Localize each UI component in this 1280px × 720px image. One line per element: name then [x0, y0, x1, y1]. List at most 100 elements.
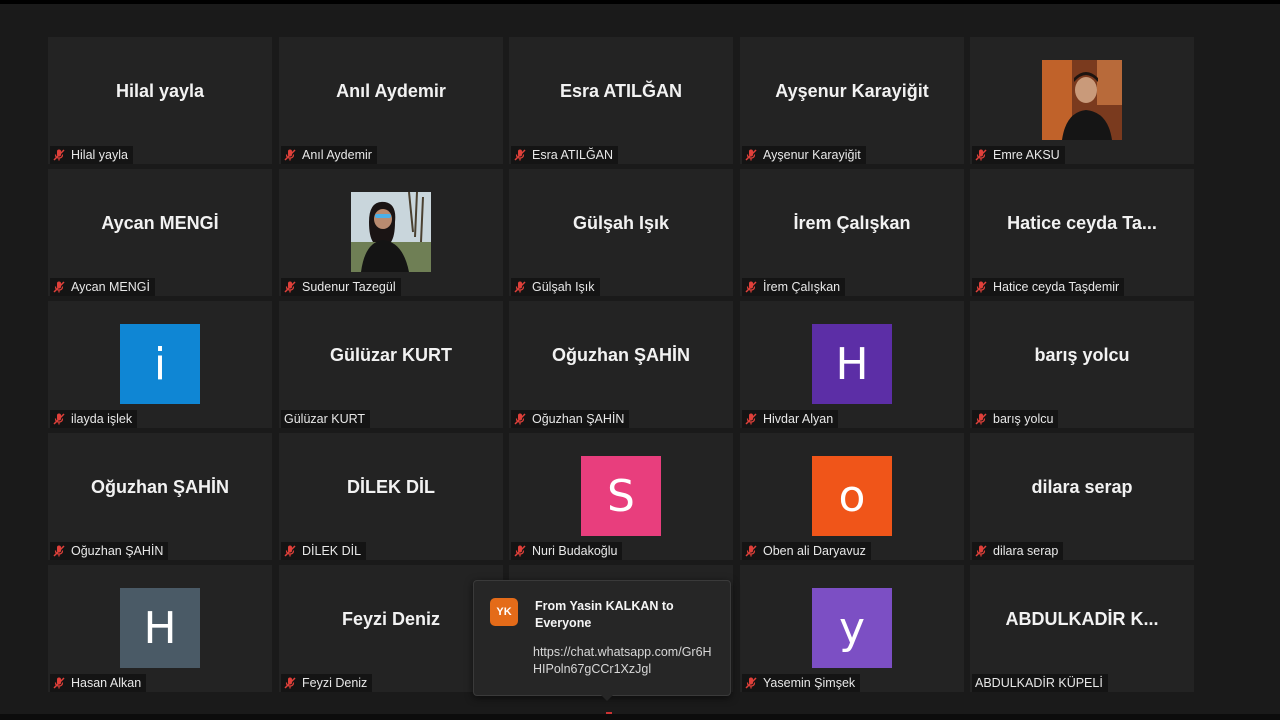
mic-muted-icon	[745, 281, 757, 293]
participant-display-name: Ayşenur Karayiğit	[775, 81, 929, 101]
participant-tile[interactable]: Esra ATILĞAN Esra ATILĞAN	[509, 37, 733, 164]
participant-tile[interactable]: Feyzi Deniz Feyzi Deniz	[279, 565, 503, 692]
participant-tile[interactable]: DİLEK DİL DİLEK DİL	[279, 433, 503, 560]
participant-initial-avatar: y	[812, 588, 892, 668]
participant-tile[interactable]: Aycan MENGİ Aycan MENGİ	[48, 169, 272, 296]
participant-name-label: Oğuzhan ŞAHİN	[50, 542, 169, 560]
participant-tile[interactable]: Ayşenur Karayiğit Ayşenur Karayiğit	[740, 37, 964, 164]
participant-name-label: dilara serap	[972, 542, 1064, 560]
participant-tile[interactable]: Hatice ceyda Ta... Hatice ceyda Taşdemir	[970, 169, 1194, 296]
participant-initial-avatar: S	[581, 456, 661, 536]
participant-initial-avatar: o	[812, 456, 892, 536]
participant-tile[interactable]: Gülşah Işık Gülşah Işık	[509, 169, 733, 296]
mic-muted-icon	[284, 545, 296, 557]
mic-muted-icon	[284, 281, 296, 293]
participant-tile[interactable]: Gülüzar KURT Gülüzar KURT	[279, 301, 503, 428]
participant-tile[interactable]: Oğuzhan ŞAHİN Oğuzhan ŞAHİN	[509, 301, 733, 428]
mic-muted-icon	[53, 413, 65, 425]
participant-name-label: Hivdar Alyan	[742, 410, 839, 428]
participant-display-name: Gülüzar KURT	[329, 345, 452, 365]
participant-tile[interactable]: Sudenur Tazegül	[279, 169, 503, 296]
participant-tile[interactable]: Anıl Aydemir Anıl Aydemir	[279, 37, 503, 164]
participant-name-label: Yasemin Şimşek	[742, 674, 861, 692]
participant-display-name: barış yolcu	[1034, 345, 1130, 365]
window-bottom-edge	[0, 714, 1280, 720]
participant-name-label: Sudenur Tazegül	[281, 278, 401, 296]
participant-name-label: Emre AKSU	[972, 146, 1065, 164]
participant-display-name: Gülşah Işık	[572, 213, 670, 233]
participant-label-text: Sudenur Tazegül	[302, 280, 396, 294]
participant-name-label: Oben ali Daryavuz	[742, 542, 871, 560]
participant-display-name: İrem Çalışkan	[793, 213, 911, 233]
participant-display-name: dilara serap	[1031, 477, 1133, 497]
participant-tile[interactable]: o Oben ali Daryavuz	[740, 433, 964, 560]
mic-muted-icon	[975, 545, 987, 557]
participant-label-text: Esra ATILĞAN	[532, 148, 614, 162]
participant-name-label: İrem Çalışkan	[742, 278, 846, 296]
participant-tile[interactable]: İrem Çalışkan İrem Çalışkan	[740, 169, 964, 296]
participant-name-label: Aycan MENGİ	[50, 278, 155, 296]
participant-name-label: Ayşenur Karayiğit	[742, 146, 866, 164]
mic-muted-icon	[514, 413, 526, 425]
participant-tile[interactable]: Hilal yayla Hilal yayla	[48, 37, 272, 164]
mic-muted-icon	[53, 149, 65, 161]
mic-muted-icon	[745, 677, 757, 689]
participant-label-text: Ayşenur Karayiğit	[763, 148, 861, 162]
participant-photo	[351, 192, 431, 272]
participant-tile[interactable]: H Hivdar Alyan	[740, 301, 964, 428]
participant-initial-avatar: H	[812, 324, 892, 404]
participant-label-text: Oben ali Daryavuz	[763, 544, 866, 558]
participant-display-name: ABDULKADİR K...	[1005, 609, 1159, 629]
mic-muted-icon	[53, 545, 65, 557]
participant-name-label: Hilal yayla	[50, 146, 133, 164]
participant-label-text: Hasan Alkan	[71, 676, 142, 690]
participant-label-text: Gülüzar KURT	[284, 412, 366, 426]
participant-tile[interactable]: Oğuzhan ŞAHİN Oğuzhan ŞAHİN	[48, 433, 272, 560]
participant-display-name: Esra ATILĞAN	[559, 81, 683, 101]
participant-label-text: Hivdar Alyan	[763, 412, 834, 426]
chat-message-link[interactable]: https://chat.whatsapp.com/Gr6HHIPoln67gC…	[533, 644, 718, 678]
participant-tile[interactable]: i ilayda işlek	[48, 301, 272, 428]
participant-name-label: Hatice ceyda Taşdemir	[972, 278, 1125, 296]
mic-muted-icon	[745, 545, 757, 557]
participant-label-text: Aycan MENGİ	[71, 280, 150, 294]
participant-name-label: barış yolcu	[972, 410, 1059, 428]
mic-muted-icon	[975, 281, 987, 293]
participant-tile[interactable]: H Hasan Alkan	[48, 565, 272, 692]
participant-label-text: Oğuzhan ŞAHİN	[71, 544, 164, 558]
participant-name-label: Gülüzar KURT	[281, 410, 371, 428]
participant-display-name: Anıl Aydemir	[336, 81, 446, 101]
participant-tile[interactable]: y Yasemin Şimşek	[740, 565, 964, 692]
participant-name-label: DİLEK DİL	[281, 542, 367, 560]
sender-avatar: YK	[490, 598, 518, 626]
mic-muted-icon	[975, 149, 987, 161]
mic-muted-icon	[975, 413, 987, 425]
participant-tile[interactable]: dilara serap dilara serap	[970, 433, 1194, 560]
participant-label-text: Hilal yayla	[71, 148, 128, 162]
participant-tile[interactable]: barış yolcu barış yolcu	[970, 301, 1194, 428]
participant-display-name: Oğuzhan ŞAHİN	[552, 345, 690, 365]
participant-display-name: Aycan MENGİ	[101, 213, 219, 233]
participant-name-label: Feyzi Deniz	[281, 674, 373, 692]
participant-label-text: Hatice ceyda Taşdemir	[993, 280, 1120, 294]
participant-name-label: ilayda işlek	[50, 410, 138, 428]
chat-popup-pointer	[601, 695, 613, 701]
participant-display-name: DİLEK DİL	[347, 477, 435, 497]
participant-initial-avatar: H	[120, 588, 200, 668]
participant-name-label: Anıl Aydemir	[281, 146, 377, 164]
participant-initial-avatar: i	[120, 324, 200, 404]
participant-tile[interactable]: S Nuri Budakoğlu	[509, 433, 733, 560]
participant-label-text: barış yolcu	[993, 412, 1054, 426]
participant-tile[interactable]: Emre AKSU	[970, 37, 1194, 164]
participant-label-text: DİLEK DİL	[302, 544, 362, 558]
participant-label-text: Feyzi Deniz	[302, 676, 368, 690]
participant-label-text: İrem Çalışkan	[763, 280, 841, 294]
participant-tile[interactable]: ABDULKADİR K... ABDULKADİR KÜPELİ	[970, 565, 1194, 692]
chat-notification-popup[interactable]: YK From Yasin KALKAN to Everyone https:/…	[473, 580, 731, 696]
participant-display-name: Feyzi Deniz	[341, 609, 441, 629]
window-top-edge	[0, 0, 1280, 4]
participant-label-text: ABDULKADİR KÜPELİ	[975, 676, 1103, 690]
participant-display-name: Hilal yayla	[115, 81, 205, 101]
mic-muted-icon	[514, 149, 526, 161]
participant-name-label: Oğuzhan ŞAHİN	[511, 410, 630, 428]
